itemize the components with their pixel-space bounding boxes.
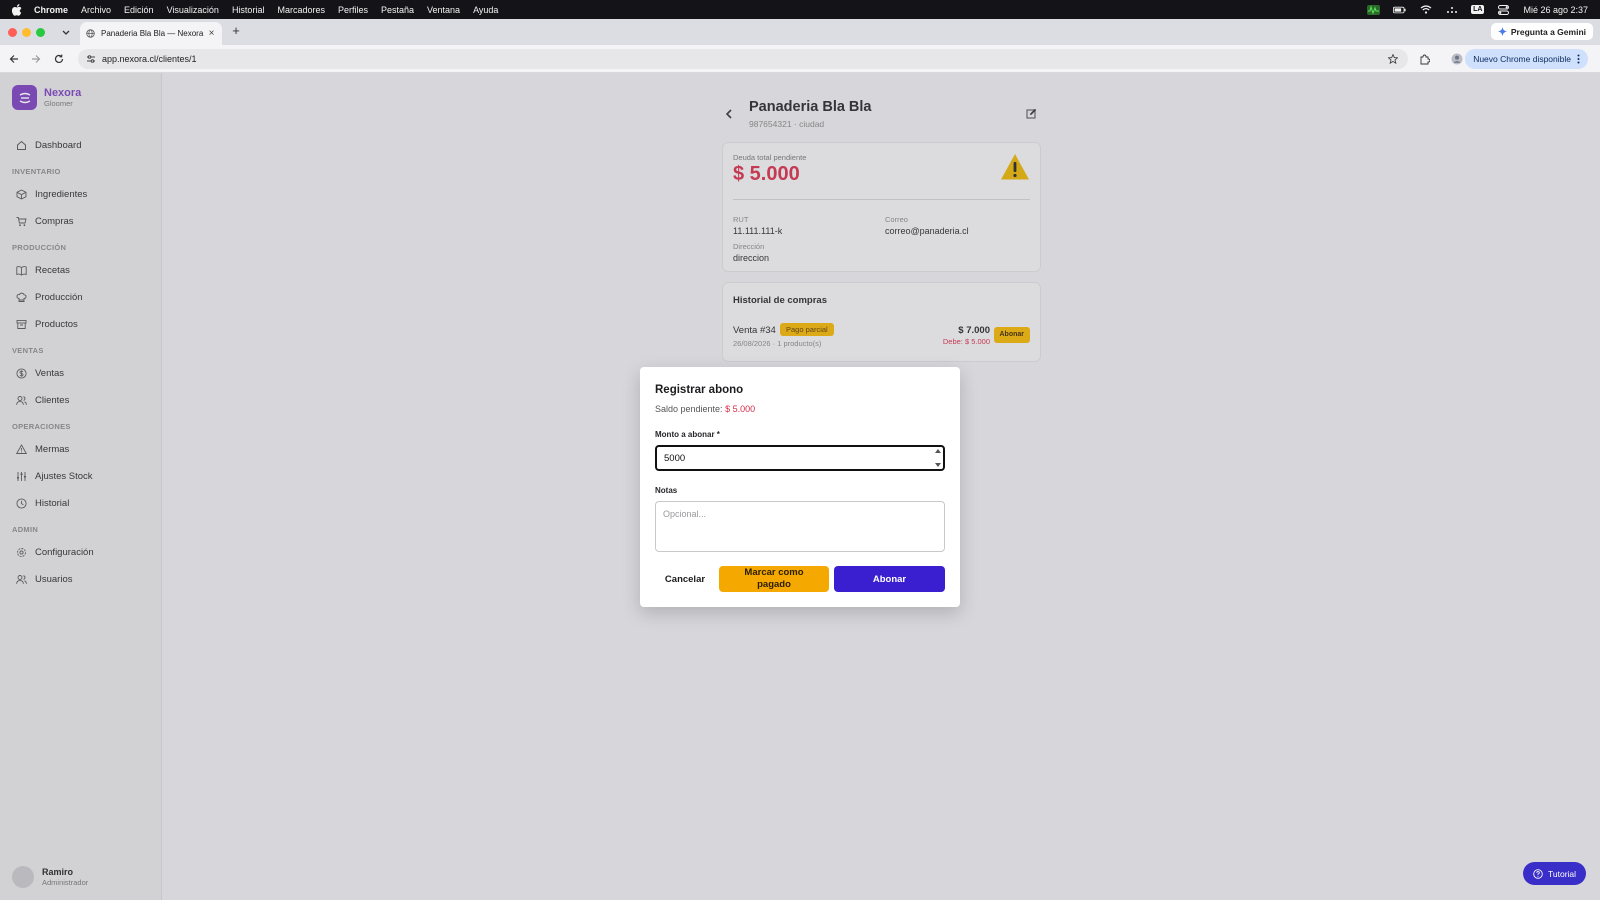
wifi-icon[interactable]	[1419, 5, 1432, 15]
amount-label: Monto a abonar *	[655, 430, 720, 439]
macos-menubar: Chrome Archivo Edición Visualización His…	[0, 0, 1600, 19]
tutorial-label: Tutorial	[1548, 868, 1577, 879]
menu-perfiles[interactable]: Perfiles	[338, 5, 368, 15]
browser-toolbar: app.nexora.cl/clientes/1 Nuevo Chrome di…	[0, 45, 1600, 73]
menu-marcadores[interactable]: Marcadores	[277, 5, 325, 15]
submit-payment-button[interactable]: Abonar	[834, 566, 945, 592]
balance-label: Saldo pendiente:	[655, 404, 723, 414]
menu-edicion[interactable]: Edición	[124, 5, 154, 15]
menu-archivo[interactable]: Archivo	[81, 5, 111, 15]
modal-title: Registrar abono	[655, 384, 744, 396]
window-zoom-button[interactable]	[36, 28, 45, 37]
tab-title: Panaderia Bla Bla — Nexora	[101, 29, 204, 38]
stepper-up-icon[interactable]	[934, 448, 942, 454]
input-source-indicator[interactable]: LA	[1471, 5, 1485, 14]
notes-label: Notas	[655, 486, 678, 495]
amount-stepper[interactable]	[933, 448, 943, 468]
extensions-puzzle-icon[interactable]	[1418, 53, 1430, 65]
stepper-down-icon[interactable]	[934, 462, 942, 468]
new-tab-plus-icon[interactable]: +	[230, 24, 242, 37]
forward-arrow-icon[interactable]	[30, 53, 42, 65]
window-minimize-button[interactable]	[22, 28, 31, 37]
activity-monitor-icon[interactable]	[1367, 4, 1381, 15]
browser-tab-strip: Panaderia Bla Bla — Nexora × + Pregunta …	[0, 19, 1600, 45]
notes-textarea[interactable]	[655, 501, 945, 552]
cancel-button[interactable]: Cancelar	[655, 566, 715, 592]
menu-historial[interactable]: Historial	[232, 5, 265, 15]
bookmark-star-icon[interactable]	[1388, 54, 1398, 64]
reload-icon[interactable]	[53, 53, 65, 65]
profile-avatar-icon[interactable]	[1451, 53, 1463, 65]
battery-icon[interactable]	[1393, 5, 1406, 15]
menu-app-name[interactable]: Chrome	[34, 5, 68, 15]
menu-ventana[interactable]: Ventana	[427, 5, 460, 15]
tab-search-chevron-icon[interactable]	[58, 26, 73, 39]
mark-paid-button[interactable]: Marcar como pagado	[719, 566, 829, 592]
globe-icon	[86, 29, 95, 38]
ask-gemini-button[interactable]: Pregunta a Gemini	[1490, 23, 1593, 40]
gemini-sparkle-icon	[1497, 27, 1507, 36]
amount-input[interactable]	[655, 445, 945, 471]
menu-pestana[interactable]: Pestaña	[381, 5, 414, 15]
register-payment-modal: Registrar abono Saldo pendiente: $ 5.000…	[640, 367, 960, 607]
menubar-clock[interactable]: Mié 26 ago 2:37	[1523, 5, 1588, 15]
window-close-button[interactable]	[8, 28, 17, 37]
address-bar[interactable]: app.nexora.cl/clientes/1	[78, 49, 1408, 69]
apple-icon[interactable]	[12, 3, 24, 16]
site-settings-icon[interactable]	[86, 54, 96, 64]
control-dots-icon[interactable]	[1445, 5, 1458, 15]
chrome-update-label: Nuevo Chrome disponible	[1473, 54, 1571, 64]
control-center-icon[interactable]	[1497, 4, 1510, 15]
back-arrow-icon[interactable]	[8, 53, 20, 65]
browser-tab-active[interactable]: Panaderia Bla Bla — Nexora ×	[80, 22, 222, 45]
tab-close-icon[interactable]: ×	[207, 28, 216, 39]
help-circle-icon	[1533, 868, 1543, 879]
tutorial-button[interactable]: Tutorial	[1523, 862, 1587, 885]
chrome-update-button[interactable]: Nuevo Chrome disponible	[1465, 49, 1588, 69]
more-vertical-icon	[1577, 54, 1580, 64]
url-text: app.nexora.cl/clientes/1	[102, 54, 197, 64]
ask-gemini-label: Pregunta a Gemini	[1510, 26, 1586, 37]
modal-balance: Saldo pendiente: $ 5.000	[655, 404, 755, 414]
balance-value: $ 5.000	[725, 404, 756, 414]
menu-ayuda[interactable]: Ayuda	[473, 5, 498, 15]
menu-visualizacion[interactable]: Visualización	[167, 5, 219, 15]
